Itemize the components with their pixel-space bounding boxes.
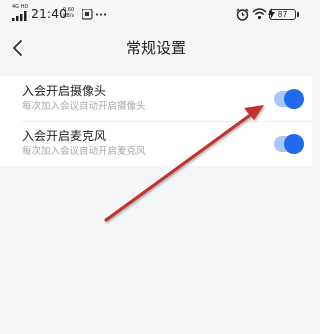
speed-unit: KB/s: [63, 13, 75, 19]
page-title: 常规设置: [125, 39, 186, 57]
setting-title: 入会开启摄像头: [22, 84, 107, 98]
signal-icon: [12, 11, 27, 21]
setting-subtitle: 每次加入会议自动开启摄像头: [22, 101, 146, 112]
more-dots-icon: [95, 13, 99, 16]
wifi-icon: [252, 8, 267, 20]
setting-title: 入会开启麦克风: [22, 129, 107, 143]
settings-list: 入会开启摄像头 每次加入会议自动开启摄像头 入会开启麦克风 每次加入会议自动开启…: [0, 76, 312, 166]
network-label: 4G HD: [12, 4, 29, 10]
alarm-icon: [236, 8, 249, 21]
setting-subtitle: 每次加入会议自动开启麦克风: [22, 146, 146, 157]
camera-toggle[interactable]: [274, 89, 304, 109]
clock: 21:40: [31, 6, 68, 21]
notification-icons: [82, 9, 107, 20]
setting-row-camera[interactable]: 入会开启摄像头 每次加入会议自动开启摄像头: [0, 76, 312, 122]
toggle-knob: [284, 134, 304, 154]
microphone-toggle[interactable]: [274, 134, 304, 154]
status-bar: 4G HD 21:40 0.60 KB/s 87: [0, 0, 312, 28]
setting-row-microphone[interactable]: 入会开启麦克风 每次加入会议自动开启麦克风: [0, 121, 312, 166]
toggle-knob: [284, 89, 304, 109]
battery-indicator: 87: [269, 9, 296, 20]
network-speed: 0.60 KB/s: [63, 7, 74, 19]
title-bar: 常规设置: [0, 28, 312, 68]
battery-icon: [297, 12, 299, 17]
